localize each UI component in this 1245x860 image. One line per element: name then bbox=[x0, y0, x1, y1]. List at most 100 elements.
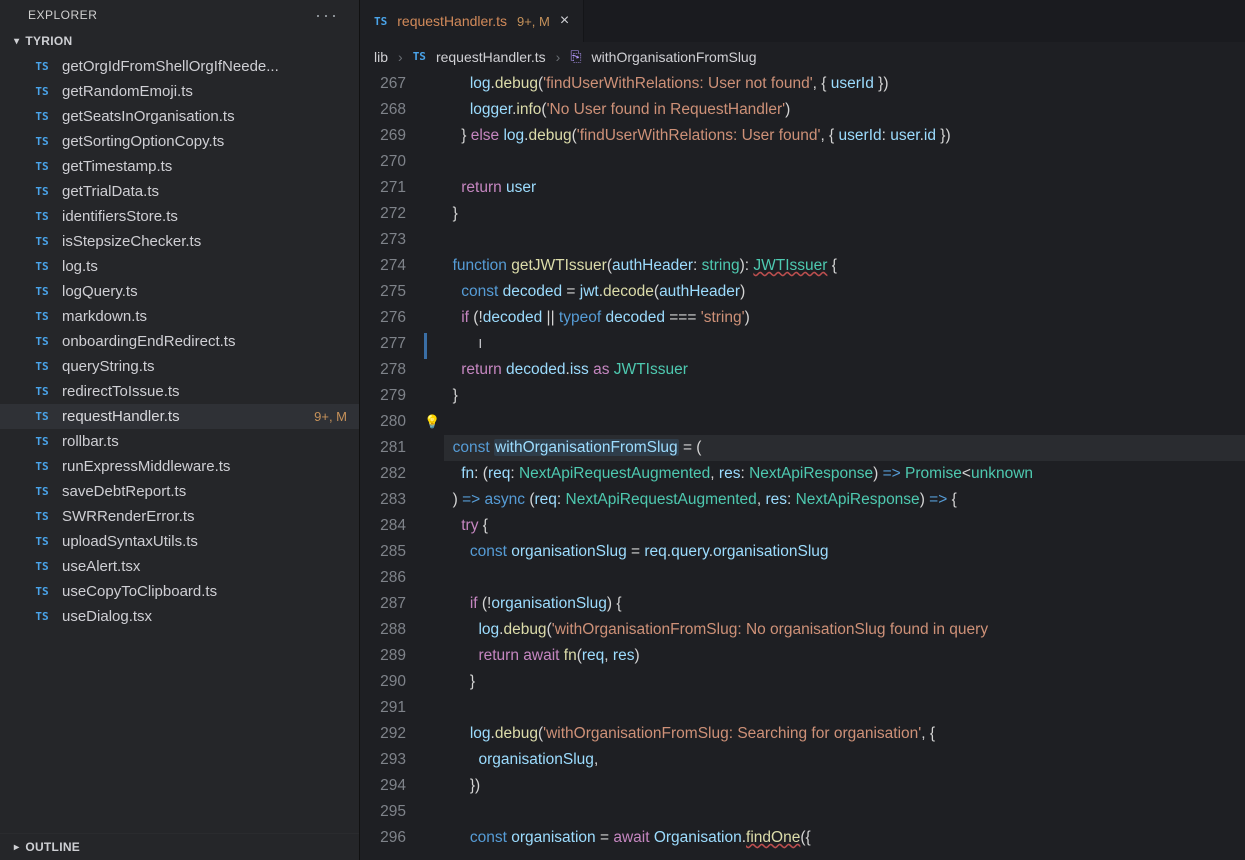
file-row[interactable]: TSgetOrgIdFromShellOrgIfNeede... bbox=[0, 54, 359, 79]
ts-icon: TS bbox=[32, 610, 52, 623]
file-row[interactable]: TSqueryString.ts bbox=[0, 354, 359, 379]
code-line[interactable]: } bbox=[444, 201, 1245, 227]
file-row[interactable]: TSlog.ts bbox=[0, 254, 359, 279]
file-row[interactable]: TSuploadSyntaxUtils.ts bbox=[0, 529, 359, 554]
file-row[interactable]: TSrunExpressMiddleware.ts bbox=[0, 454, 359, 479]
file-row[interactable]: TSisStepsizeChecker.ts bbox=[0, 229, 359, 254]
code-line[interactable]: return decoded.iss as JWTIssuer bbox=[444, 357, 1245, 383]
file-row[interactable]: TSrollbar.ts bbox=[0, 429, 359, 454]
ts-icon: TS bbox=[32, 585, 52, 598]
code-line[interactable]: }) bbox=[444, 773, 1245, 799]
code-line[interactable]: fn: (req: NextApiRequestAugmented, res: … bbox=[444, 461, 1245, 487]
ts-icon: TS bbox=[32, 110, 52, 123]
code-line[interactable]: } bbox=[444, 669, 1245, 695]
file-row[interactable]: TS markdown.ts bbox=[0, 304, 359, 329]
code-line[interactable]: return await fn(req, res) bbox=[444, 643, 1245, 669]
file-row[interactable]: TS useCopyToClipboard.ts bbox=[0, 579, 359, 604]
file-row[interactable]: TSlogQuery.ts bbox=[0, 279, 359, 304]
file-name: saveDebtReport.ts bbox=[62, 483, 347, 500]
code-line[interactable]: const decoded = jwt.decode(authHeader) bbox=[444, 279, 1245, 305]
code-line[interactable] bbox=[444, 149, 1245, 175]
file-row[interactable]: TSredirectToIssue.ts bbox=[0, 379, 359, 404]
code-line[interactable] bbox=[444, 799, 1245, 825]
code-line[interactable] bbox=[444, 695, 1245, 721]
code-line[interactable]: const withOrganisationFromSlug = ( bbox=[444, 435, 1245, 461]
file-row[interactable]: TSgetTimestamp.ts bbox=[0, 154, 359, 179]
lightbulb-icon[interactable]: 💡 bbox=[424, 414, 440, 429]
code-body[interactable]: log.debug('findUserWithRelations: User n… bbox=[444, 71, 1245, 860]
code-line[interactable]: try { bbox=[444, 513, 1245, 539]
file-row[interactable]: TSSWRRenderError.ts bbox=[0, 504, 359, 529]
file-row[interactable]: TSgetSeatsInOrganisation.ts bbox=[0, 104, 359, 129]
code-line[interactable]: log.debug('withOrganisationFromSlug: Sea… bbox=[444, 721, 1245, 747]
file-list: TSgetOrgIdFromShellOrgIfNeede...TSgetRan… bbox=[0, 54, 359, 833]
code-line[interactable]: logger.info('No User found in RequestHan… bbox=[444, 97, 1245, 123]
code-line[interactable]: organisationSlug, bbox=[444, 747, 1245, 773]
file-row[interactable]: TS getRandomEmoji.ts bbox=[0, 79, 359, 104]
code-editor[interactable]: 2672682692702712722732742752762772782792… bbox=[360, 71, 1245, 860]
file-row[interactable]: TSrequestHandler.ts9+, M bbox=[0, 404, 359, 429]
tab-request-handler[interactable]: TS requestHandler.ts 9+, M × bbox=[360, 0, 584, 42]
code-line[interactable]: log.debug('withOrganisationFromSlug: No … bbox=[444, 617, 1245, 643]
file-name: queryString.ts bbox=[62, 358, 347, 375]
code-line[interactable]: if (!decoded || typeof decoded === 'stri… bbox=[444, 305, 1245, 331]
ts-icon: TS bbox=[413, 50, 426, 63]
code-line[interactable]: } bbox=[444, 383, 1245, 409]
code-line[interactable]: const organisation = await Organisation.… bbox=[444, 825, 1245, 851]
code-line[interactable] bbox=[444, 227, 1245, 253]
file-row[interactable]: TSuseAlert.tsx bbox=[0, 554, 359, 579]
ts-icon: TS bbox=[32, 260, 52, 273]
code-line[interactable]: const organisationSlug = req.query.organ… bbox=[444, 539, 1245, 565]
file-name: runExpressMiddleware.ts bbox=[62, 458, 347, 475]
code-line[interactable]: function getJWTIssuer(authHeader: string… bbox=[444, 253, 1245, 279]
code-line[interactable]: ) => async (req: NextApiRequestAugmented… bbox=[444, 487, 1245, 513]
project-section[interactable]: ▸ TYRION bbox=[0, 28, 359, 54]
app-root: EXPLORER ··· ▸ TYRION TSgetOrgIdFromShel… bbox=[0, 0, 1245, 860]
file-name: rollbar.ts bbox=[62, 433, 347, 450]
code-line[interactable]: return user bbox=[444, 175, 1245, 201]
file-row[interactable]: TS getSortingOptionCopy.ts bbox=[0, 129, 359, 154]
file-name: getSortingOptionCopy.ts bbox=[62, 133, 347, 150]
chevron-right-icon: ▸ bbox=[14, 842, 19, 853]
project-name: TYRION bbox=[25, 34, 72, 48]
crumb-folder[interactable]: lib bbox=[374, 49, 388, 65]
file-badge: 9+, M bbox=[314, 409, 347, 424]
ts-icon: TS bbox=[32, 160, 52, 173]
code-line[interactable]: log.debug('findUserWithRelations: User n… bbox=[444, 71, 1245, 97]
file-name: getRandomEmoji.ts bbox=[62, 83, 347, 100]
chevron-right-icon: › bbox=[398, 49, 403, 65]
file-name: markdown.ts bbox=[62, 308, 347, 325]
file-row[interactable]: TS saveDebtReport.ts bbox=[0, 479, 359, 504]
file-row[interactable]: TSgetTrialData.ts bbox=[0, 179, 359, 204]
code-line[interactable] bbox=[444, 565, 1245, 591]
outline-section[interactable]: ▸ OUTLINE bbox=[0, 833, 359, 860]
ts-icon: TS bbox=[32, 185, 52, 198]
code-line[interactable] bbox=[444, 409, 1245, 435]
symbol-icon: ⎘ bbox=[570, 48, 581, 65]
file-name: useDialog.tsx bbox=[62, 608, 347, 625]
code-line[interactable]: } else log.debug('findUserWithRelations:… bbox=[444, 123, 1245, 149]
code-line[interactable]: if (!organisationSlug) { bbox=[444, 591, 1245, 617]
file-name: isStepsizeChecker.ts bbox=[62, 233, 347, 250]
ts-icon: TS bbox=[32, 85, 52, 98]
ts-icon: TS bbox=[32, 310, 52, 323]
file-name: useCopyToClipboard.ts bbox=[62, 583, 347, 600]
ts-icon: TS bbox=[32, 135, 52, 148]
code-line[interactable]: I bbox=[444, 331, 1245, 357]
editor-main: TS requestHandler.ts 9+, M × lib › TS re… bbox=[360, 0, 1245, 860]
crumb-symbol[interactable]: withOrganisationFromSlug bbox=[592, 49, 757, 65]
file-row[interactable]: TSonboardingEndRedirect.ts bbox=[0, 329, 359, 354]
glyph-margin: 💡 bbox=[424, 71, 444, 860]
ts-icon: TS bbox=[32, 335, 52, 348]
explorer-sidebar: EXPLORER ··· ▸ TYRION TSgetOrgIdFromShel… bbox=[0, 0, 360, 860]
tab-modified-badge: 9+, M bbox=[517, 14, 550, 29]
text-cursor-icon: I bbox=[478, 331, 482, 357]
chevron-down-icon: ▸ bbox=[11, 38, 22, 43]
ts-icon: TS bbox=[32, 60, 52, 73]
file-row[interactable]: TSidentifiersStore.ts bbox=[0, 204, 359, 229]
ts-icon: TS bbox=[32, 560, 52, 573]
ts-icon: TS bbox=[32, 485, 52, 498]
crumb-file[interactable]: requestHandler.ts bbox=[436, 49, 546, 65]
close-icon[interactable]: × bbox=[560, 12, 569, 30]
file-row[interactable]: TS useDialog.tsx bbox=[0, 604, 359, 629]
